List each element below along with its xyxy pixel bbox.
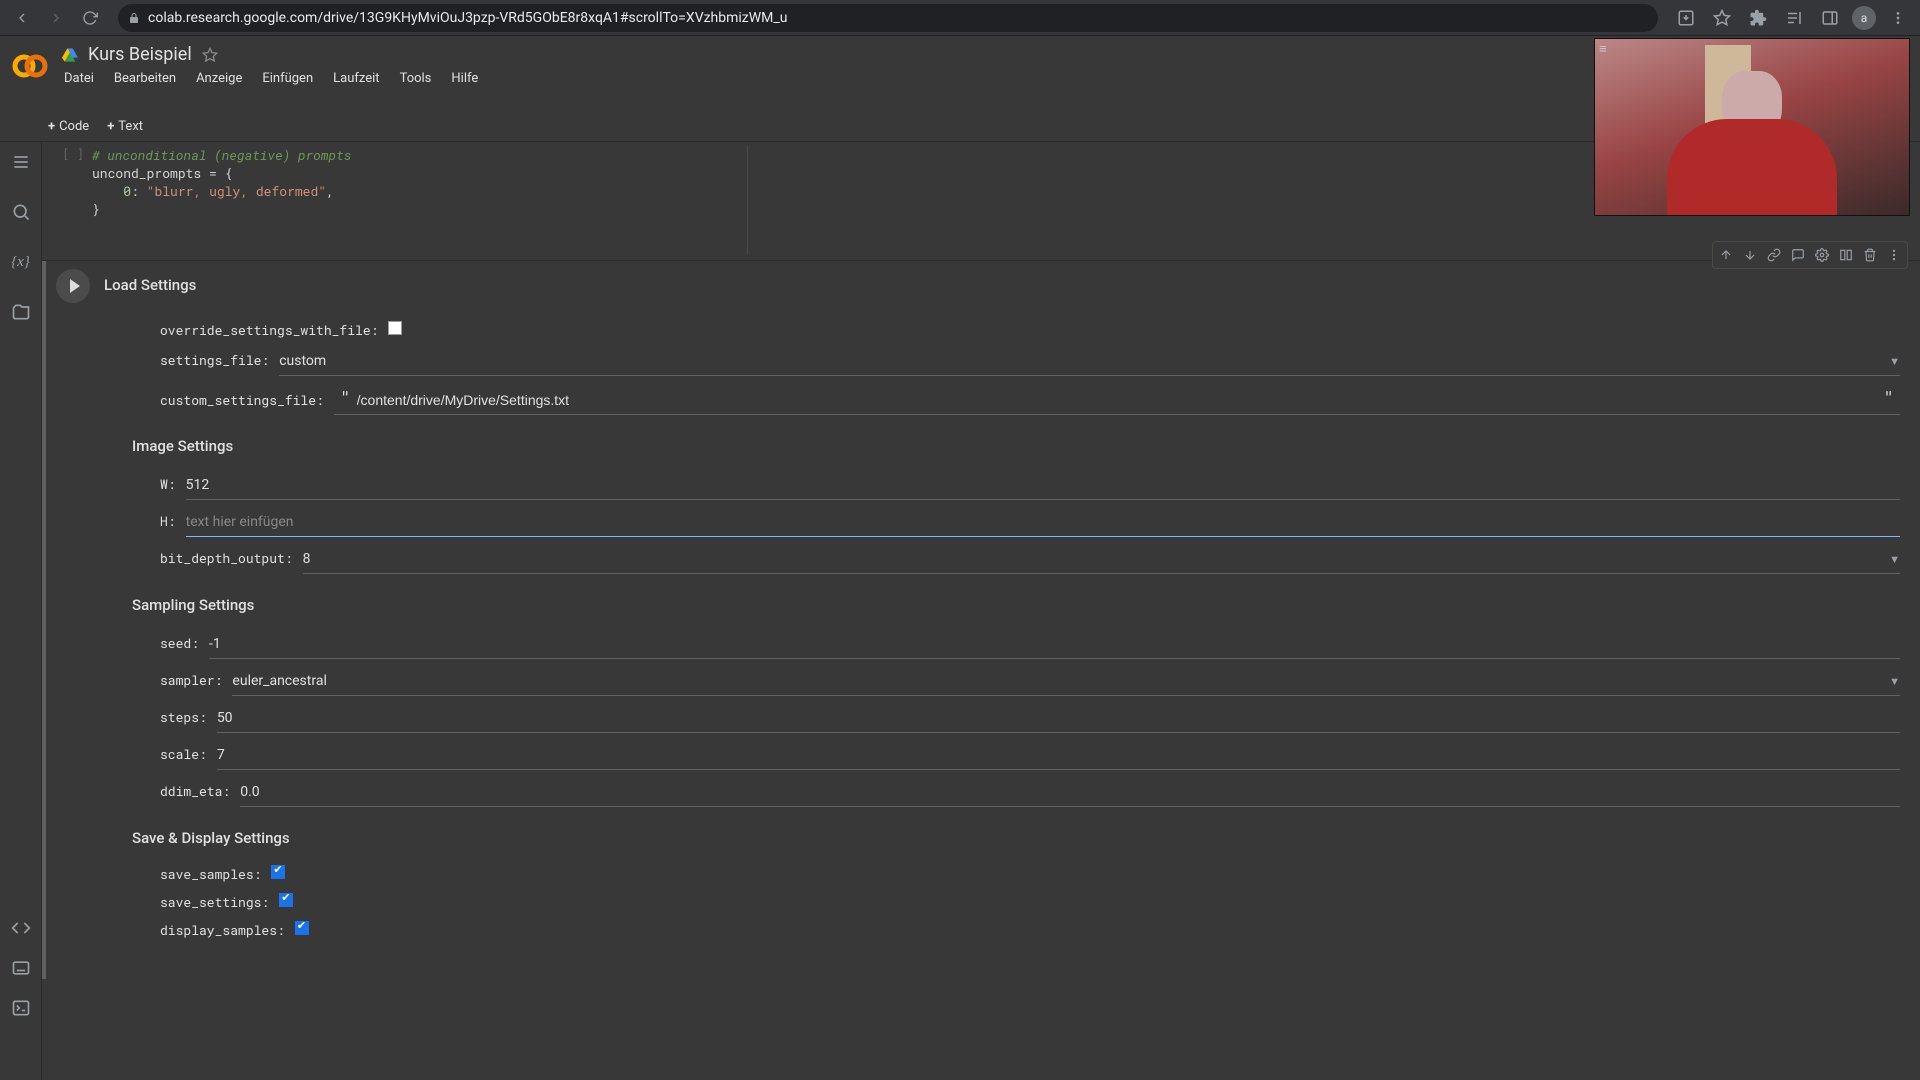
- open-quote: ": [334, 386, 357, 410]
- input-scale[interactable]: [217, 743, 1900, 770]
- back-button[interactable]: [8, 4, 36, 32]
- select-bit-depth[interactable]: 8 ▼: [303, 547, 1900, 574]
- close-quote: ": [1877, 386, 1900, 410]
- url-text: colab.research.google.com/drive/13G9KHyM…: [148, 10, 787, 26]
- input-H[interactable]: [186, 510, 1900, 537]
- section-title-save: Save & Display Settings: [132, 829, 1900, 847]
- bookmark-star-icon[interactable]: [1708, 4, 1736, 32]
- star-icon[interactable]: [202, 47, 218, 63]
- cell-exec-indicator: [ ]: [62, 146, 84, 162]
- side-panel-icon[interactable]: [1816, 4, 1844, 32]
- chevron-down-icon: ▼: [1889, 553, 1900, 566]
- install-icon[interactable]: [1672, 4, 1700, 32]
- label-steps: steps:: [160, 708, 217, 726]
- add-text-button[interactable]: + Text: [107, 119, 143, 134]
- browser-toolbar: colab.research.google.com/drive/13G9KHyM…: [0, 0, 1920, 36]
- browser-menu-icon[interactable]: [1884, 4, 1912, 32]
- select-settings-file[interactable]: custom ▼: [279, 349, 1900, 376]
- reading-list-icon[interactable]: [1780, 4, 1808, 32]
- chevron-down-icon: ▼: [1889, 675, 1900, 688]
- select-sampler[interactable]: euler_ancestral ▼: [232, 669, 1900, 696]
- label-save-settings: save_settings:: [160, 893, 279, 911]
- section-title-image: Image Settings: [132, 437, 1900, 455]
- address-bar[interactable]: colab.research.google.com/drive/13G9KHyM…: [118, 4, 1658, 32]
- lock-icon: [128, 12, 140, 24]
- menu-runtime[interactable]: Laufzeit: [333, 71, 379, 86]
- reload-button[interactable]: [76, 4, 104, 32]
- input-W[interactable]: [186, 473, 1900, 500]
- section-title-load: Load Settings: [104, 276, 196, 294]
- menu-edit[interactable]: Bearbeiten: [114, 71, 176, 86]
- left-sidebar: {x}: [0, 142, 42, 1080]
- profile-avatar[interactable]: a: [1852, 6, 1876, 30]
- label-settings-file: settings_file:: [160, 351, 279, 369]
- menu-help[interactable]: Hilfe: [451, 71, 478, 86]
- label-sampler: sampler:: [160, 671, 232, 689]
- checkbox-save-settings[interactable]: [279, 893, 293, 907]
- input-custom-settings-file[interactable]: [357, 388, 1878, 414]
- forward-button[interactable]: [42, 4, 70, 32]
- drive-icon: [62, 47, 78, 63]
- label-H: H:: [160, 512, 186, 530]
- add-code-button[interactable]: + Code: [48, 119, 89, 134]
- label-W: W:: [160, 475, 186, 493]
- menu-file[interactable]: Datei: [64, 71, 94, 86]
- terminal-icon[interactable]: [9, 996, 33, 1020]
- input-steps[interactable]: [217, 706, 1900, 733]
- label-save-samples: save_samples:: [160, 865, 271, 883]
- play-icon: [70, 279, 80, 293]
- label-seed: seed:: [160, 634, 209, 652]
- webcam-overlay: ≡: [1594, 38, 1910, 216]
- colab-logo[interactable]: [12, 48, 52, 88]
- command-palette-icon[interactable]: [9, 956, 33, 980]
- menu-insert[interactable]: Einfügen: [262, 71, 313, 86]
- label-display-samples: display_samples:: [160, 921, 295, 939]
- label-ddim-eta: ddim_eta:: [160, 782, 240, 800]
- code-divider: [747, 146, 748, 254]
- form-cell: Load Settings override_settings_with_fil…: [42, 261, 1920, 979]
- label-bit-depth: bit_depth_output:: [160, 549, 303, 567]
- files-icon[interactable]: [9, 300, 33, 324]
- find-replace-icon[interactable]: [9, 200, 33, 224]
- menu-tools[interactable]: Tools: [400, 71, 432, 86]
- section-title-sampling: Sampling Settings: [132, 596, 1900, 614]
- label-override: override_settings_with_file:: [160, 321, 388, 339]
- run-cell-button[interactable]: [56, 269, 90, 303]
- chevron-down-icon: ▼: [1889, 355, 1900, 368]
- notebook-content[interactable]: [ ] # unconditional (negative) prompts u…: [42, 142, 1920, 1080]
- table-of-contents-icon[interactable]: [9, 150, 33, 174]
- checkbox-save-samples[interactable]: [271, 865, 285, 879]
- checkbox-override[interactable]: [388, 321, 402, 335]
- input-ddim-eta[interactable]: [240, 780, 1900, 807]
- checkbox-display-samples[interactable]: [295, 921, 309, 935]
- label-scale: scale:: [160, 745, 217, 763]
- extensions-icon[interactable]: [1744, 4, 1772, 32]
- webcam-menu-icon: ≡: [1599, 41, 1607, 57]
- label-custom-settings-file: custom_settings_file:: [160, 391, 334, 409]
- menu-view[interactable]: Anzeige: [196, 71, 242, 86]
- input-seed[interactable]: [209, 632, 1900, 659]
- document-title[interactable]: Kurs Beispiel: [88, 44, 192, 65]
- variables-icon[interactable]: {x}: [9, 250, 33, 274]
- code-snippets-icon[interactable]: [9, 916, 33, 940]
